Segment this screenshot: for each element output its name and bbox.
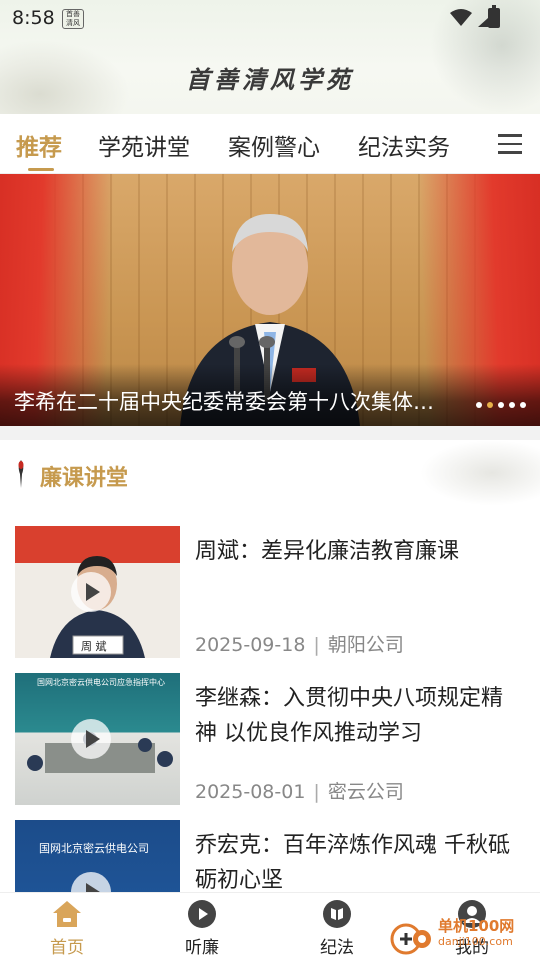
nav-listen-label: 听廉 [185,938,219,958]
carousel-indicator [476,402,526,408]
play-icon [71,872,111,892]
nav-listen[interactable]: 听廉 [162,899,242,958]
tab-discipline-practice[interactable]: 纪法实务 [358,128,450,162]
article-title: 李继森：入贯彻中央八项规定精神 以优良作风推动学习 [195,686,504,746]
nav-discipline-label: 纪法 [320,938,354,958]
thumbnail-caption: 国网北京密云供电公司应急指挥中心 [37,678,165,687]
app-header: 8:58 首善 清风 首善清风学苑 [0,0,540,114]
section-header: 廉课讲堂 [0,440,540,506]
battery-icon [488,5,500,28]
wifi-icon [450,9,472,26]
section-title: 廉课讲堂 [40,466,129,491]
play-circle-icon [188,900,216,928]
thumbnail-caption: 国网北京密云供电公司 [39,842,149,855]
home-icon [53,901,81,927]
flower-decoration [420,440,540,506]
list-item[interactable]: 国网北京密云供电公司 乔宏克：百年淬炼作风魂 千秋砥砺初心坚 [0,800,540,892]
nav-home-label: 首页 [50,938,84,958]
tab-case-warning[interactable]: 案例警心 [228,128,320,162]
book-icon [323,900,351,928]
site-watermark: 单机100网 danji100.com [390,915,540,959]
carousel-dot [520,402,526,408]
notification-app-icon: 首善 清风 [62,9,84,29]
status-bar: 8:58 首善 清风 [0,0,540,38]
active-tab-indicator [28,168,54,171]
brush-icon [18,460,24,488]
carousel-dot [509,402,515,408]
carousel-dot [498,402,504,408]
app-title: 首善清风学苑 [186,65,354,94]
tab-recommend[interactable]: 推荐 [16,128,62,162]
play-icon [71,719,111,759]
category-tabs: 推荐 学苑讲堂 案例警心 纪法实务 [0,114,540,174]
article-thumbnail: 周 斌 [15,526,180,658]
carousel-dot-active [487,402,493,408]
section-divider [0,426,540,440]
status-time: 8:58 [12,7,55,29]
thumbnail-caption: 周 斌 [81,640,107,653]
watermark-text: 单机100网 [438,917,515,935]
carousel-dot [476,402,482,408]
bottom-navigation: 首页 听廉 纪法 我的 单机100网 danji100.com [0,892,540,960]
tab-lecture-hall[interactable]: 学苑讲堂 [98,128,190,162]
watermark-subtext: danji100.com [438,935,513,948]
play-icon [71,572,111,612]
article-thumbnail: 国网北京密云供电公司 [15,820,180,892]
banner-caption: 李希在二十届中央纪委常委会第十八次集体学习时强调 [14,390,454,414]
article-list: 周 斌 周斌：差异化廉洁教育廉课 2025-09-18 | 朝阳公司 国网北京密云供… [0,506,540,892]
list-item[interactable]: 国网北京密云供电公司应急指挥中心 李继森：入贯彻中央八项规定精神 以优良作风推动… [0,653,540,805]
list-item[interactable]: 周 斌 周斌：差异化廉洁教育廉课 2025-09-18 | 朝阳公司 [0,506,540,658]
article-thumbnail: 国网北京密云供电公司应急指挥中心 [15,673,180,805]
article-title: 周斌：差异化廉洁教育廉课 [195,539,460,564]
banner-carousel[interactable]: 李希在二十届中央纪委常委会第十八次集体学习时强调 [0,174,540,426]
nav-home[interactable]: 首页 [27,899,107,958]
article-title: 乔宏克：百年淬炼作风魂 千秋砥砺初心坚 [195,833,510,892]
menu-icon[interactable] [498,134,522,154]
nav-discipline[interactable]: 纪法 [297,899,377,958]
watermark-logo [390,923,431,955]
